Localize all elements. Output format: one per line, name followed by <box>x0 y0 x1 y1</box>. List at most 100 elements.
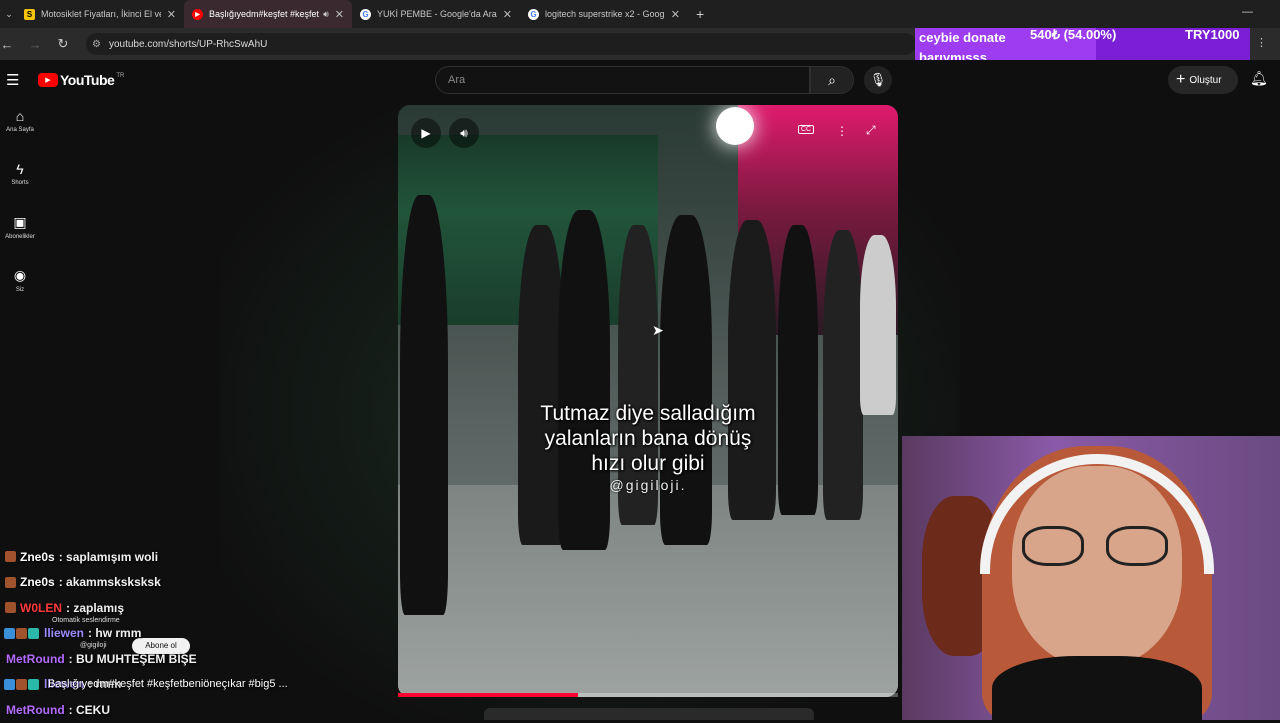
chat-badges <box>4 627 40 639</box>
browser-tab-strip: ⌄ S Motosiklet Fiyatları, İkinci El ve ✕… <box>0 0 1280 28</box>
chat-badge-icon <box>4 627 15 639</box>
you-icon: ◉ <box>13 267 27 283</box>
chat-username: Zne0s <box>20 575 55 590</box>
site-info-icon[interactable]: ⚙ <box>92 39 101 50</box>
tab-title: YUKİ PEMBE - Google'da Ara <box>377 9 497 19</box>
chat-username: lliewen <box>44 626 85 641</box>
guide-item-you[interactable]: ◉ Siz <box>0 267 40 320</box>
chat-message: lliewen: hw rmm <box>0 621 400 647</box>
webcam-body <box>992 656 1202 720</box>
forward-icon[interactable]: → <box>28 37 42 52</box>
back-icon[interactable]: ← <box>0 37 14 52</box>
close-tab-icon[interactable]: ✕ <box>167 8 176 21</box>
sahibinden-favicon-icon: S <box>24 8 35 20</box>
tab-search-icon[interactable]: ⌄ <box>2 9 16 20</box>
search-button[interactable]: ⌕ <box>810 66 854 94</box>
country-code: TR <box>116 73 125 79</box>
search-icon: ⌕ <box>828 72 836 88</box>
chat-badge-icon <box>4 678 15 690</box>
caption-line: yalanların bana dönüş <box>544 427 752 450</box>
url-field[interactable]: ⚙ youtube.com/shorts/UP-RhcSwAhU <box>86 33 916 55</box>
menu-icon[interactable]: ☰ <box>6 71 19 89</box>
voice-search-button[interactable]: 🎙︎ <box>864 66 892 94</box>
create-label: Oluştur <box>1189 74 1222 86</box>
guide-item-home[interactable]: ⌂ Ana Sayfa <box>0 108 40 161</box>
new-tab-button[interactable]: + <box>696 6 704 22</box>
browser-tab-youtube[interactable]: ▶ Başlığıyedm#keşfet #keşfet 🔊︎ ✕ <box>184 0 352 28</box>
close-tab-icon[interactable]: ✕ <box>671 8 680 21</box>
video-title[interactable]: Başlığıyedm#keşfet #keşfetbeniöneçıkar #… <box>48 678 288 690</box>
guide-label: Shorts <box>11 180 29 186</box>
search-input[interactable]: Ara <box>435 66 810 94</box>
mouse-cursor-icon: ➤ <box>652 322 664 338</box>
plus-icon: + <box>1176 71 1186 88</box>
play-icon: ▶ <box>421 126 431 140</box>
google-favicon-icon: G <box>528 8 539 20</box>
shorts-video-player[interactable]: ▶ 🔊︎ CC ⋮ ⤢ Tutmaz diye salladığım yalan… <box>398 105 898 697</box>
video-person <box>660 215 712 545</box>
notifications-icon[interactable]: 🔔︎ <box>1250 70 1268 87</box>
more-options-icon[interactable]: ⋮ <box>836 124 848 138</box>
streamer-webcam <box>902 436 1280 720</box>
guide-item-shorts[interactable]: ϟ Shorts <box>0 161 40 214</box>
donation-goal: TRY1000 <box>1185 27 1240 42</box>
microphone-icon: 🎙︎ <box>869 72 887 87</box>
donation-amount: 540₺ (54.00%) <box>1030 27 1117 42</box>
chat-badge-icon <box>16 627 27 639</box>
chat-username: MetRound <box>6 651 65 666</box>
caption-line: hızı olur gibi <box>591 452 705 475</box>
chat-message: MetRound: CEKU <box>0 697 400 723</box>
chat-text: BU MUHTEŞEM BİŞE <box>76 651 197 666</box>
home-icon: ⌂ <box>15 108 25 124</box>
youtube-favicon-icon: ▶ <box>192 8 203 20</box>
shorts-icon: ϟ <box>16 161 24 177</box>
browser-menu-icon[interactable]: ⋮ <box>1256 36 1267 49</box>
url-text: youtube.com/shorts/UP-RhcSwAhU <box>108 38 268 50</box>
close-tab-icon[interactable]: ✕ <box>335 8 344 21</box>
chat-message: W0LEN: zaplamış <box>0 595 400 621</box>
video-watermark-handle: @gigiloji. <box>609 477 687 493</box>
chat-badge-icon <box>28 678 39 690</box>
chat-text: akammsksksksk <box>66 575 161 590</box>
chat-username: MetRound <box>6 702 65 717</box>
next-short-preview[interactable] <box>484 708 814 720</box>
chat-text: hw rmm <box>95 626 142 641</box>
youtube-logo[interactable]: ▶ YouTube TR <box>38 72 124 88</box>
mini-guide: ⌂ Ana Sayfa ϟ Shorts ▣ Abonelikler ◉ Siz <box>0 108 40 320</box>
guide-label: Siz <box>15 287 25 293</box>
captions-icon[interactable]: CC <box>798 125 815 134</box>
create-button[interactable]: + Oluştur <box>1168 66 1238 94</box>
caption-line: Tutmaz diye salladığım <box>540 402 756 425</box>
video-progress-fill <box>398 693 578 697</box>
youtube-play-icon: ▶ <box>38 73 58 87</box>
play-button[interactable]: ▶ <box>411 118 441 148</box>
chat-message: Zne0s: akammsksksksk <box>0 570 400 596</box>
chat-text: zaplamış <box>73 600 125 615</box>
video-scene-lamp <box>716 107 754 145</box>
subscriptions-icon: ▣ <box>13 214 27 230</box>
tab-title: Başlığıyedm#keşfet #keşfet <box>209 9 320 19</box>
video-progress-bar[interactable] <box>398 693 898 697</box>
fullscreen-icon[interactable]: ⤢ <box>866 123 876 138</box>
chat-badge-icon <box>16 678 27 690</box>
logo-text: YouTube <box>60 72 115 88</box>
volume-button[interactable]: 🔊︎ <box>449 118 479 148</box>
chat-badge-icon <box>5 576 16 588</box>
youtube-header: ☰ ▶ YouTube TR Ara ⌕ 🎙︎ + Oluştur 🔔︎ <box>0 60 1280 100</box>
close-tab-icon[interactable]: ✕ <box>503 8 512 21</box>
chat-badges <box>4 678 40 690</box>
reload-icon[interactable]: ↻ <box>56 36 70 52</box>
chat-text: saplamışım woli <box>66 549 159 564</box>
browser-tab-yuki-pembe[interactable]: G YUKİ PEMBE - Google'da Ara ✕ <box>352 0 520 28</box>
guide-item-subscriptions[interactable]: ▣ Abonelikler <box>0 214 40 267</box>
chat-text: CEKU <box>76 702 111 717</box>
tab-audio-icon[interactable]: 🔊︎ <box>323 9 329 20</box>
chat-badge-icon <box>28 627 39 639</box>
guide-label: Abonelikler <box>5 234 35 240</box>
google-favicon-icon: G <box>360 8 371 20</box>
stream-chat-overlay: Zne0s: saplamışım woli Zne0s: akammsksks… <box>0 544 400 723</box>
minimize-window-icon[interactable]: — <box>1242 6 1253 18</box>
browser-tab-motosiklet[interactable]: S Motosiklet Fiyatları, İkinci El ve ✕ <box>16 0 184 28</box>
browser-tab-logitech[interactable]: G logitech superstrike x2 - Google ✕ <box>520 0 688 28</box>
tab-title: logitech superstrike x2 - Google <box>545 9 665 19</box>
